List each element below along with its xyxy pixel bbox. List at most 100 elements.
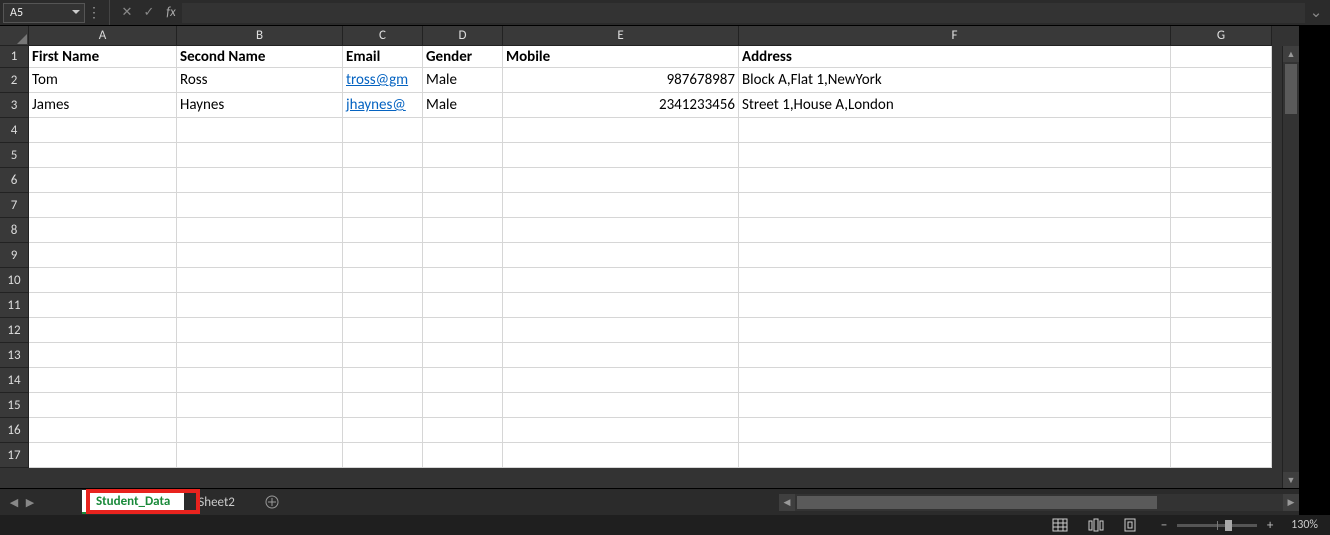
cell[interactable]: jhaynes@ [343,93,423,118]
view-page-break-icon[interactable] [1121,516,1143,534]
row-header[interactable]: 9 [0,243,29,268]
row-header[interactable]: 5 [0,143,29,168]
row-header[interactable]: 17 [0,443,29,468]
column-header[interactable]: E [503,26,739,46]
row-header[interactable]: 11 [0,293,29,318]
cell[interactable] [1171,443,1272,468]
cell[interactable] [1171,168,1272,193]
cell[interactable] [343,393,423,418]
cell[interactable] [503,193,739,218]
cell[interactable] [739,318,1171,343]
cell[interactable] [177,343,343,368]
cell[interactable]: Gender [423,46,503,68]
cell[interactable]: Block A,Flat 1,NewYork [739,68,1171,93]
cell[interactable] [1171,268,1272,293]
sheet-nav-next-icon[interactable]: ▶ [22,492,38,512]
cell[interactable] [423,393,503,418]
column-header[interactable]: G [1171,26,1272,46]
view-page-layout-icon[interactable] [1085,516,1107,534]
cell[interactable] [739,343,1171,368]
cell[interactable] [1171,46,1272,68]
row-header[interactable]: 4 [0,118,29,143]
cell[interactable] [739,393,1171,418]
cell[interactable]: Male [423,68,503,93]
cell[interactable] [29,143,177,168]
zoom-in-button[interactable]: + [1263,518,1277,533]
cell[interactable]: 2341233456 [503,93,739,118]
zoom-out-button[interactable]: − [1157,518,1171,533]
vertical-scrollbar[interactable]: ▲ ▼ [1282,46,1299,488]
cell[interactable] [503,218,739,243]
cell[interactable] [1171,218,1272,243]
cell[interactable] [1171,418,1272,443]
cell[interactable]: Ross [177,68,343,93]
cell[interactable] [177,243,343,268]
cell[interactable] [1171,143,1272,168]
cell[interactable] [739,193,1171,218]
cell[interactable] [29,193,177,218]
name-box[interactable]: A5 [3,3,85,23]
cell[interactable] [503,118,739,143]
zoom-slider[interactable]: − + [1157,518,1277,533]
cell[interactable] [503,443,739,468]
cell[interactable]: Mobile [503,46,739,68]
zoom-level-label[interactable]: 130% [1291,518,1318,532]
scroll-right-icon[interactable]: ▶ [1283,494,1299,511]
cell[interactable] [343,368,423,393]
column-header[interactable]: F [739,26,1171,46]
view-normal-icon[interactable] [1049,516,1071,534]
cell[interactable] [177,393,343,418]
cell[interactable] [29,418,177,443]
zoom-track[interactable] [1177,524,1257,527]
hscroll-thumb[interactable] [797,496,1157,509]
cell[interactable] [343,268,423,293]
column-header[interactable]: B [177,26,343,46]
formula-input[interactable] [182,3,1305,23]
cell[interactable] [423,243,503,268]
cell[interactable]: Tom [29,68,177,93]
row-header[interactable]: 8 [0,218,29,243]
cell[interactable] [423,118,503,143]
cell[interactable] [739,218,1171,243]
cell[interactable] [343,218,423,243]
cell[interactable] [739,268,1171,293]
cell[interactable] [503,293,739,318]
cell[interactable]: James [29,93,177,118]
cell[interactable] [423,268,503,293]
cell[interactable] [177,418,343,443]
column-header[interactable]: A [29,26,177,46]
row-header[interactable]: 3 [0,93,29,118]
scroll-left-icon[interactable]: ◀ [779,494,795,511]
vscroll-track[interactable] [1283,62,1299,472]
cell[interactable] [1171,343,1272,368]
cell[interactable] [1171,243,1272,268]
row-header[interactable]: 13 [0,343,29,368]
cell[interactable] [29,168,177,193]
cell[interactable] [503,168,739,193]
cell[interactable]: Male [423,93,503,118]
scroll-down-icon[interactable]: ▼ [1283,472,1299,488]
cell[interactable] [503,418,739,443]
cell[interactable] [29,293,177,318]
cell[interactable] [739,293,1171,318]
fx-icon[interactable]: fx [160,3,182,23]
cell[interactable] [1171,68,1272,93]
cell[interactable]: 987678987 [503,68,739,93]
scroll-up-icon[interactable]: ▲ [1283,46,1299,62]
cell[interactable] [29,218,177,243]
cell[interactable] [423,218,503,243]
cell[interactable] [29,243,177,268]
cell[interactable] [503,268,739,293]
cell[interactable] [343,443,423,468]
cell[interactable] [177,268,343,293]
expand-formula-icon[interactable]: ⌄ [1307,3,1325,22]
sheet-tab-sheet2[interactable]: Sheet2 [184,490,249,514]
cell[interactable] [343,343,423,368]
cell[interactable]: Second Name [177,46,343,68]
cell[interactable] [739,118,1171,143]
cells-area[interactable]: First NameSecond NameEmailGenderMobileAd… [29,46,1272,468]
horizontal-scrollbar[interactable]: ◀ ▶ [779,494,1299,511]
cell[interactable] [423,343,503,368]
cell[interactable] [503,343,739,368]
cell[interactable] [503,243,739,268]
